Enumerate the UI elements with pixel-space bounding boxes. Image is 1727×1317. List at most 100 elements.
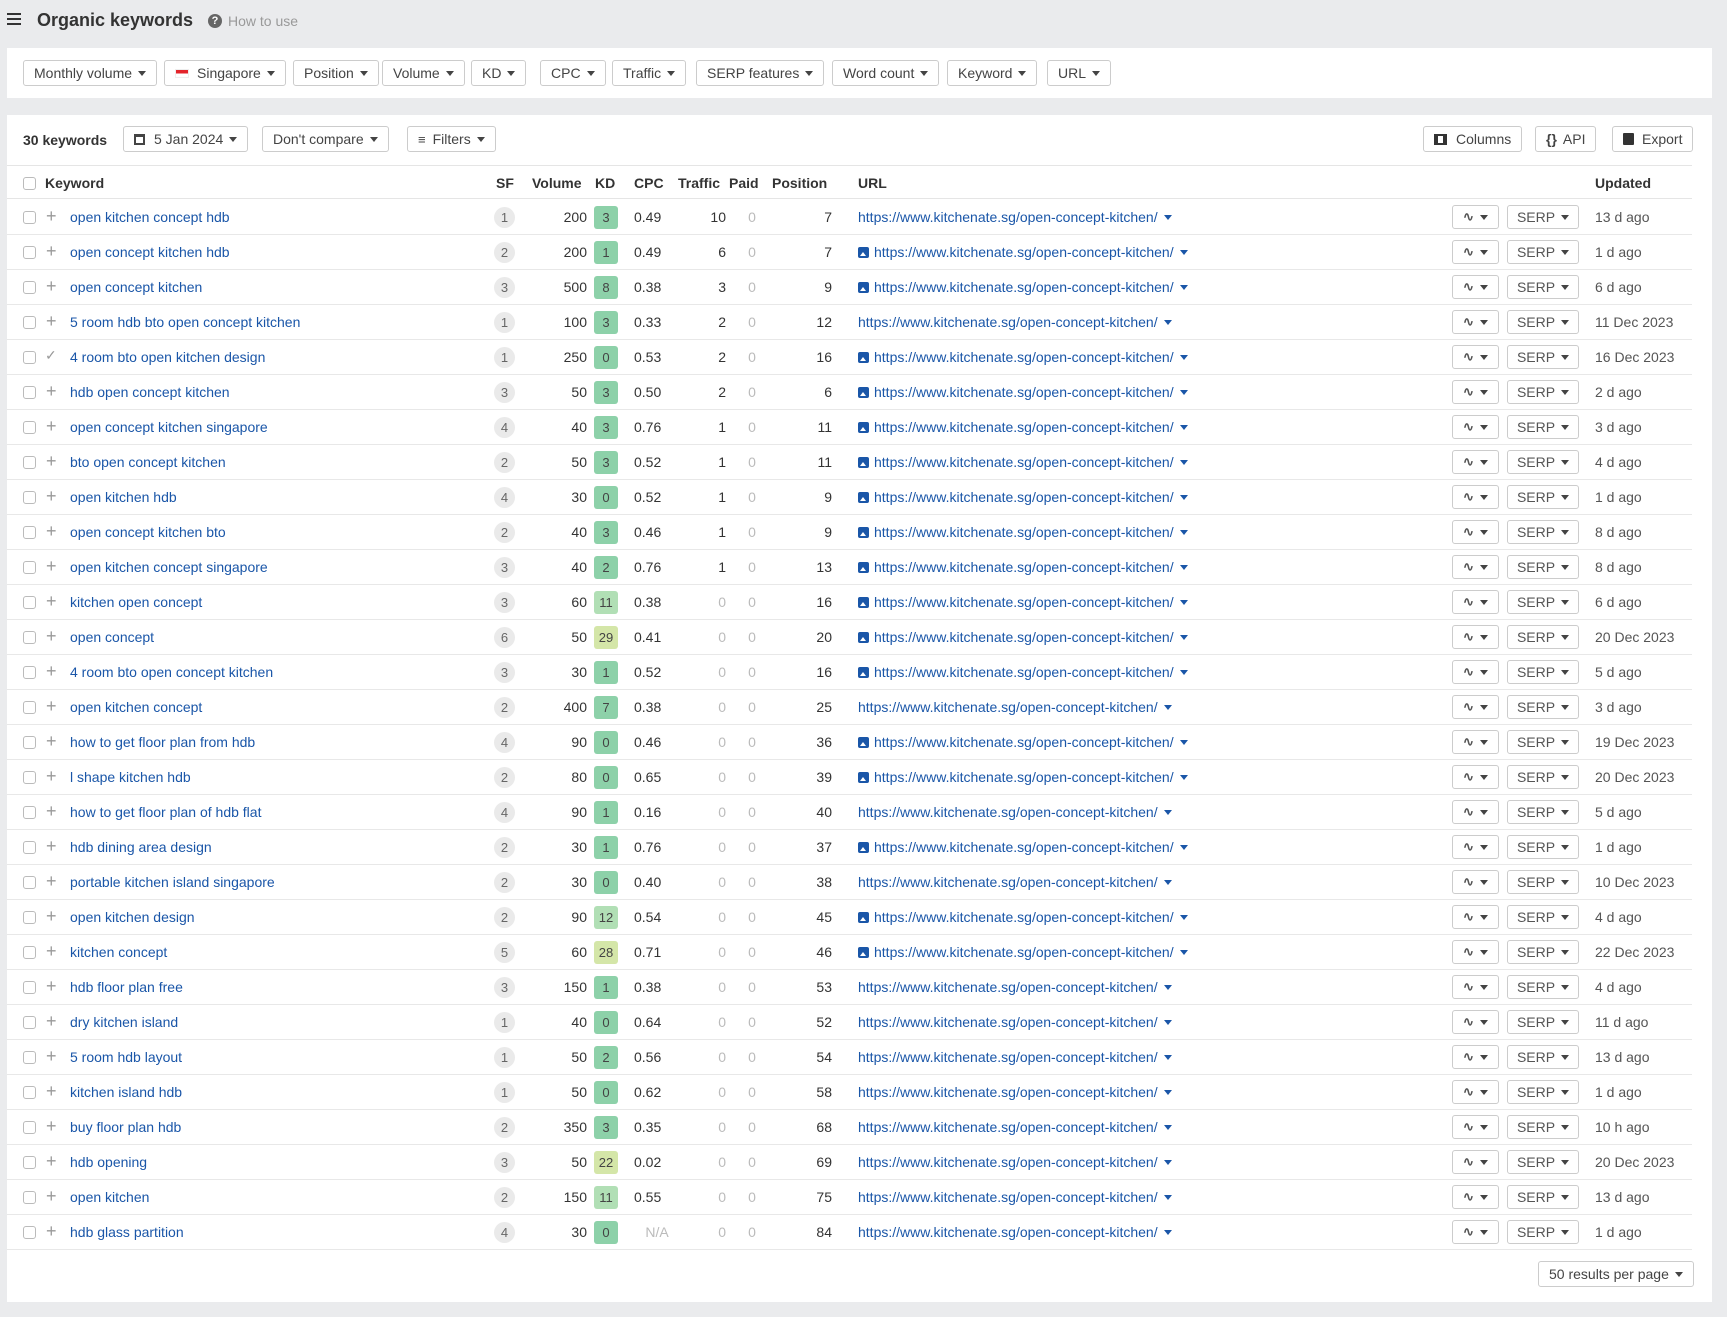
serp-dropdown[interactable]: SERP [1507, 1150, 1579, 1174]
position-history-dropdown[interactable]: ∿ [1452, 485, 1499, 509]
keyword-link[interactable]: l shape kitchen hdb [70, 769, 191, 785]
add-keyword-plus-icon[interactable]: + [46, 977, 57, 995]
position-history-dropdown[interactable]: ∿ [1452, 1185, 1499, 1209]
position-history-dropdown[interactable]: ∿ [1452, 660, 1499, 684]
sf-badge[interactable]: 3 [494, 277, 515, 298]
serp-dropdown[interactable]: SERP [1507, 485, 1579, 509]
add-keyword-plus-icon[interactable]: + [46, 1082, 57, 1100]
sf-badge[interactable]: 2 [494, 767, 515, 788]
add-keyword-plus-icon[interactable]: + [46, 207, 57, 225]
filter-volume-dropdown[interactable]: Volume [382, 60, 465, 86]
row-checkbox[interactable] [23, 561, 36, 574]
api-button[interactable]: {} API [1535, 126, 1597, 152]
chevron-down-icon[interactable] [1163, 1089, 1172, 1095]
position-history-dropdown[interactable]: ∿ [1452, 1220, 1499, 1244]
sf-badge[interactable]: 2 [494, 242, 515, 263]
keyword-link[interactable]: open concept [70, 629, 154, 645]
col-url[interactable]: URL [858, 175, 887, 191]
row-checkbox[interactable] [23, 911, 36, 924]
row-checkbox[interactable] [23, 386, 36, 399]
add-keyword-plus-icon[interactable]: + [46, 732, 57, 750]
add-keyword-plus-icon[interactable]: + [46, 627, 57, 645]
row-checkbox[interactable] [23, 281, 36, 294]
position-history-dropdown[interactable]: ∿ [1452, 1045, 1499, 1069]
keyword-link[interactable]: open kitchen design [70, 909, 195, 925]
filter-singapore-dropdown[interactable]: Singapore [164, 60, 286, 86]
filter-traffic-dropdown[interactable]: Traffic [612, 60, 687, 86]
keyword-link[interactable]: 5 room hdb bto open concept kitchen [70, 314, 300, 330]
add-keyword-plus-icon[interactable]: + [46, 522, 57, 540]
position-history-dropdown[interactable]: ∿ [1452, 310, 1499, 334]
position-history-dropdown[interactable]: ∿ [1452, 520, 1499, 544]
row-checkbox[interactable] [23, 666, 36, 679]
row-checkbox[interactable] [23, 631, 36, 644]
position-history-dropdown[interactable]: ∿ [1452, 1080, 1499, 1104]
url-link[interactable]: https://www.kitchenate.sg/open-concept-k… [858, 349, 1188, 365]
row-checkbox[interactable] [23, 981, 36, 994]
col-volume[interactable]: Volume [532, 175, 582, 191]
position-history-dropdown[interactable]: ∿ [1452, 240, 1499, 264]
keyword-link[interactable]: kitchen concept [70, 944, 167, 960]
add-keyword-plus-icon[interactable]: + [46, 1152, 57, 1170]
added-check-icon[interactable]: ✓ [45, 347, 57, 364]
row-checkbox[interactable] [23, 1156, 36, 1169]
keyword-link[interactable]: hdb floor plan free [70, 979, 183, 995]
row-checkbox[interactable] [23, 596, 36, 609]
chevron-down-icon[interactable] [1179, 844, 1188, 850]
url-link[interactable]: https://www.kitchenate.sg/open-concept-k… [858, 734, 1188, 750]
filter-word-count-dropdown[interactable]: Word count [832, 60, 940, 86]
how-to-use-link[interactable]: ? How to use [208, 13, 298, 29]
serp-dropdown[interactable]: SERP [1507, 940, 1579, 964]
traffic-value[interactable]: 1 [677, 559, 726, 575]
row-checkbox[interactable] [23, 736, 36, 749]
serp-dropdown[interactable]: SERP [1507, 975, 1579, 999]
compare-dropdown[interactable]: Don't compare [262, 126, 389, 152]
hamburger-icon[interactable] [7, 13, 21, 27]
sf-badge[interactable]: 3 [494, 1152, 515, 1173]
url-link[interactable]: https://www.kitchenate.sg/open-concept-k… [858, 454, 1188, 470]
add-keyword-plus-icon[interactable]: + [46, 1012, 57, 1030]
sf-badge[interactable]: 4 [494, 487, 515, 508]
sf-badge[interactable]: 2 [494, 522, 515, 543]
row-checkbox[interactable] [23, 946, 36, 959]
serp-dropdown[interactable]: SERP [1507, 800, 1579, 824]
row-checkbox[interactable] [23, 876, 36, 889]
position-history-dropdown[interactable]: ∿ [1452, 905, 1499, 929]
url-link[interactable]: https://www.kitchenate.sg/open-concept-k… [858, 1119, 1172, 1135]
traffic-value[interactable]: 0 [677, 769, 726, 785]
serp-dropdown[interactable]: SERP [1507, 310, 1579, 334]
traffic-value[interactable]: 10 [677, 209, 726, 225]
traffic-value[interactable]: 0 [677, 664, 726, 680]
add-keyword-plus-icon[interactable]: + [46, 242, 57, 260]
keyword-link[interactable]: open kitchen concept [70, 699, 202, 715]
keyword-link[interactable]: 4 room bto open kitchen design [70, 349, 265, 365]
row-checkbox[interactable] [23, 246, 36, 259]
sf-badge[interactable]: 4 [494, 417, 515, 438]
chevron-down-icon[interactable] [1163, 319, 1172, 325]
serp-dropdown[interactable]: SERP [1507, 1115, 1579, 1139]
chevron-down-icon[interactable] [1179, 599, 1188, 605]
keyword-link[interactable]: 5 room hdb layout [70, 1049, 182, 1065]
sf-badge[interactable]: 3 [494, 592, 515, 613]
keyword-link[interactable]: portable kitchen island singapore [70, 874, 275, 890]
keyword-link[interactable]: how to get floor plan of hdb flat [70, 804, 261, 820]
url-link[interactable]: https://www.kitchenate.sg/open-concept-k… [858, 1154, 1172, 1170]
position-history-dropdown[interactable]: ∿ [1452, 380, 1499, 404]
sf-badge[interactable]: 2 [494, 452, 515, 473]
serp-dropdown[interactable]: SERP [1507, 870, 1579, 894]
url-link[interactable]: https://www.kitchenate.sg/open-concept-k… [858, 384, 1188, 400]
url-link[interactable]: https://www.kitchenate.sg/open-concept-k… [858, 1049, 1172, 1065]
chevron-down-icon[interactable] [1163, 1054, 1172, 1060]
serp-dropdown[interactable]: SERP [1507, 905, 1579, 929]
row-checkbox[interactable] [23, 526, 36, 539]
url-link[interactable]: https://www.kitchenate.sg/open-concept-k… [858, 944, 1188, 960]
add-keyword-plus-icon[interactable]: + [46, 872, 57, 890]
keyword-link[interactable]: open kitchen hdb [70, 489, 177, 505]
traffic-value[interactable]: 2 [677, 349, 726, 365]
filters-button[interactable]: ≡ Filters [407, 126, 496, 152]
sf-badge[interactable]: 1 [494, 312, 515, 333]
url-link[interactable]: https://www.kitchenate.sg/open-concept-k… [858, 699, 1172, 715]
add-keyword-plus-icon[interactable]: + [46, 942, 57, 960]
add-keyword-plus-icon[interactable]: + [46, 592, 57, 610]
position-history-dropdown[interactable]: ∿ [1452, 800, 1499, 824]
